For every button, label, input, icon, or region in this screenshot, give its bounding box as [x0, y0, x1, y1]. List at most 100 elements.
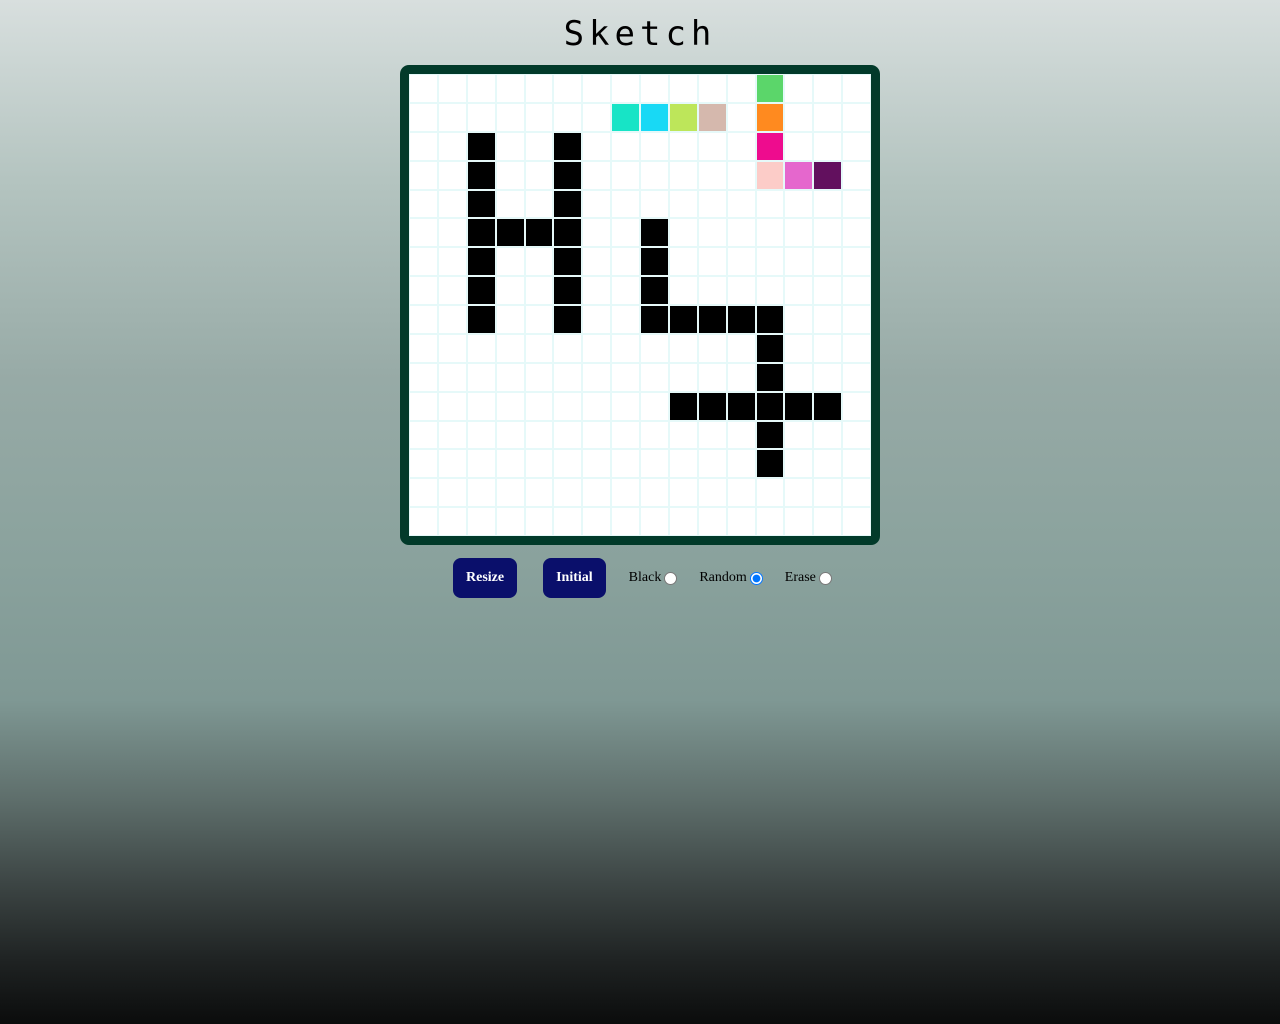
grid-cell[interactable]: [611, 247, 640, 277]
grid-cell[interactable]: [582, 507, 612, 536]
grid-cell[interactable]: [697, 507, 727, 536]
grid-cell[interactable]: [842, 478, 871, 508]
grid-cell[interactable]: [611, 74, 640, 103]
grid-cell[interactable]: [726, 305, 756, 334]
grid-cell[interactable]: [813, 189, 843, 219]
grid-cell[interactable]: [495, 189, 525, 219]
grid-cell[interactable]: [409, 305, 438, 334]
grid-cell[interactable]: [697, 276, 727, 305]
grid-cell[interactable]: [611, 333, 640, 363]
grid-cell[interactable]: [553, 362, 583, 392]
grid-cell[interactable]: [784, 189, 814, 219]
grid-cell[interactable]: [437, 391, 467, 421]
grid-cell[interactable]: [466, 420, 496, 450]
grid-cell[interactable]: [553, 218, 583, 248]
grid-cell[interactable]: [466, 333, 496, 363]
grid-cell[interactable]: [582, 478, 612, 508]
mode-option-random[interactable]: Random: [699, 570, 763, 586]
grid-cell[interactable]: [524, 305, 554, 334]
grid-cell[interactable]: [726, 247, 756, 277]
grid-cell[interactable]: [524, 160, 554, 190]
grid-cell[interactable]: [582, 131, 612, 161]
grid-cell[interactable]: [813, 333, 843, 363]
grid-cell[interactable]: [409, 276, 438, 305]
grid-cell[interactable]: [495, 160, 525, 190]
mode-radio-black[interactable]: [664, 571, 678, 585]
grid-cell[interactable]: [437, 420, 467, 450]
grid-cell[interactable]: [726, 74, 756, 103]
grid-cell[interactable]: [755, 362, 785, 392]
grid-cell[interactable]: [553, 189, 583, 219]
grid-cell[interactable]: [697, 189, 727, 219]
grid-cell[interactable]: [582, 276, 612, 305]
grid-cell[interactable]: [842, 449, 871, 479]
mode-option-black[interactable]: Black: [629, 570, 678, 586]
grid-cell[interactable]: [842, 362, 871, 392]
grid-cell[interactable]: [582, 449, 612, 479]
grid-cell[interactable]: [640, 391, 669, 421]
grid-cell[interactable]: [437, 218, 467, 248]
grid-cell[interactable]: [726, 131, 756, 161]
grid-cell[interactable]: [437, 362, 467, 392]
grid-cell[interactable]: [668, 362, 698, 392]
grid-cell[interactable]: [409, 247, 438, 277]
grid-cell[interactable]: [813, 420, 843, 450]
grid-cell[interactable]: [784, 305, 814, 334]
grid-cell[interactable]: [524, 333, 554, 363]
grid-cell[interactable]: [784, 333, 814, 363]
grid-cell[interactable]: [640, 362, 669, 392]
grid-cell[interactable]: [437, 449, 467, 479]
mode-radio-random[interactable]: [749, 571, 763, 585]
grid-cell[interactable]: [495, 333, 525, 363]
grid-cell[interactable]: [640, 478, 669, 508]
grid-cell[interactable]: [437, 276, 467, 305]
grid-cell[interactable]: [784, 218, 814, 248]
grid-cell[interactable]: [668, 218, 698, 248]
grid-cell[interactable]: [640, 131, 669, 161]
grid-cell[interactable]: [726, 362, 756, 392]
grid-cell[interactable]: [668, 333, 698, 363]
grid-cell[interactable]: [495, 74, 525, 103]
grid-cell[interactable]: [409, 478, 438, 508]
grid-cell[interactable]: [466, 449, 496, 479]
grid-cell[interactable]: [611, 102, 640, 132]
grid-cell[interactable]: [813, 305, 843, 334]
grid-cell[interactable]: [611, 131, 640, 161]
grid-cell[interactable]: [697, 449, 727, 479]
grid-cell[interactable]: [582, 362, 612, 392]
grid-cell[interactable]: [813, 478, 843, 508]
grid-cell[interactable]: [640, 305, 669, 334]
grid-cell[interactable]: [437, 189, 467, 219]
grid-cell[interactable]: [553, 74, 583, 103]
grid-cell[interactable]: [726, 218, 756, 248]
grid-cell[interactable]: [582, 189, 612, 219]
grid-cell[interactable]: [726, 478, 756, 508]
grid-cell[interactable]: [553, 276, 583, 305]
grid-cell[interactable]: [466, 218, 496, 248]
grid-cell[interactable]: [755, 189, 785, 219]
grid-cell[interactable]: [582, 74, 612, 103]
grid-cell[interactable]: [640, 507, 669, 536]
grid-cell[interactable]: [495, 391, 525, 421]
grid-cell[interactable]: [495, 362, 525, 392]
grid-cell[interactable]: [668, 449, 698, 479]
grid-cell[interactable]: [640, 420, 669, 450]
grid-cell[interactable]: [524, 131, 554, 161]
grid-cell[interactable]: [813, 362, 843, 392]
grid-cell[interactable]: [640, 333, 669, 363]
grid-cell[interactable]: [813, 218, 843, 248]
grid-cell[interactable]: [611, 160, 640, 190]
grid-cell[interactable]: [697, 305, 727, 334]
grid-cell[interactable]: [784, 391, 814, 421]
grid-cell[interactable]: [437, 102, 467, 132]
initial-button[interactable]: Initial: [543, 558, 606, 598]
grid-cell[interactable]: [524, 74, 554, 103]
grid-cell[interactable]: [842, 74, 871, 103]
grid-cell[interactable]: [755, 102, 785, 132]
grid-cell[interactable]: [611, 362, 640, 392]
grid-cell[interactable]: [611, 218, 640, 248]
grid-cell[interactable]: [755, 391, 785, 421]
grid-cell[interactable]: [755, 305, 785, 334]
grid-cell[interactable]: [553, 305, 583, 334]
grid-cell[interactable]: [553, 247, 583, 277]
